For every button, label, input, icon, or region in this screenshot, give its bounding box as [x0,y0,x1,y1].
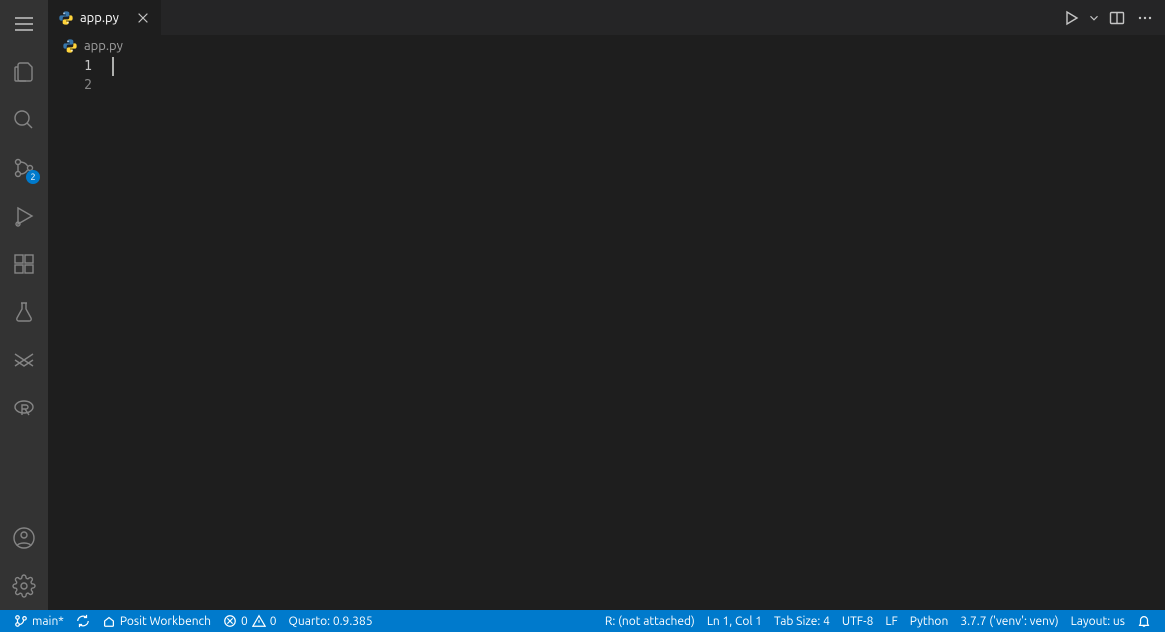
line-number: 2 [48,76,92,95]
run-file-icon[interactable] [1059,6,1083,30]
line-number-gutter: 1 2 [48,57,112,610]
activity-bar: 2 [0,0,48,610]
search-icon[interactable] [0,96,48,144]
tabs-row: app.py [48,0,1165,35]
explorer-icon[interactable] [0,48,48,96]
breadcrumbs[interactable]: app.py [48,35,1165,57]
settings-gear-icon[interactable] [0,562,48,610]
source-control-icon[interactable]: 2 [0,144,48,192]
python-file-icon [62,38,78,54]
status-layout[interactable]: Layout: us [1065,610,1131,632]
status-workbench[interactable]: Posit Workbench [96,610,217,632]
line-number: 1 [48,57,92,76]
tab-label: app.py [80,11,119,25]
close-tab-icon[interactable] [135,10,151,26]
status-sync-icon[interactable] [70,610,96,632]
status-encoding[interactable]: UTF-8 [836,610,879,632]
scm-badge: 2 [26,170,40,184]
status-python-version[interactable]: 3.7.7 ('venv': venv) [954,610,1064,632]
testing-icon[interactable] [0,288,48,336]
status-branch[interactable]: main* [8,610,70,632]
workflow-icon[interactable] [0,336,48,384]
tab-app-py[interactable]: app.py [48,0,161,35]
status-tab-size[interactable]: Tab Size: 4 [768,610,836,632]
breadcrumb-file: app.py [84,39,123,53]
status-bell-icon[interactable] [1131,610,1157,632]
status-bar: main* Posit Workbench 0 0 Quarto: 0.9.38… [0,610,1165,632]
status-eol[interactable]: LF [879,610,903,632]
run-dropdown-icon[interactable] [1087,6,1101,30]
text-cursor [112,57,114,76]
extensions-icon[interactable] [0,240,48,288]
more-actions-icon[interactable] [1133,6,1157,30]
code-editor[interactable]: 1 2 [48,57,1165,610]
status-quarto[interactable]: Quarto: 0.9.385 [283,610,379,632]
editor-area: app.py [48,0,1165,610]
r-icon[interactable] [0,384,48,432]
split-editor-icon[interactable] [1105,6,1129,30]
menu-icon[interactable] [0,0,48,48]
status-r[interactable]: R: (not attached) [599,610,701,632]
code-content[interactable] [112,57,1151,610]
status-problems[interactable]: 0 0 [217,610,283,632]
run-debug-icon[interactable] [0,192,48,240]
accounts-icon[interactable] [0,514,48,562]
python-file-icon [58,10,74,26]
minimap[interactable] [1151,57,1165,610]
status-cursor-pos[interactable]: Ln 1, Col 1 [701,610,768,632]
status-language[interactable]: Python [904,610,955,632]
